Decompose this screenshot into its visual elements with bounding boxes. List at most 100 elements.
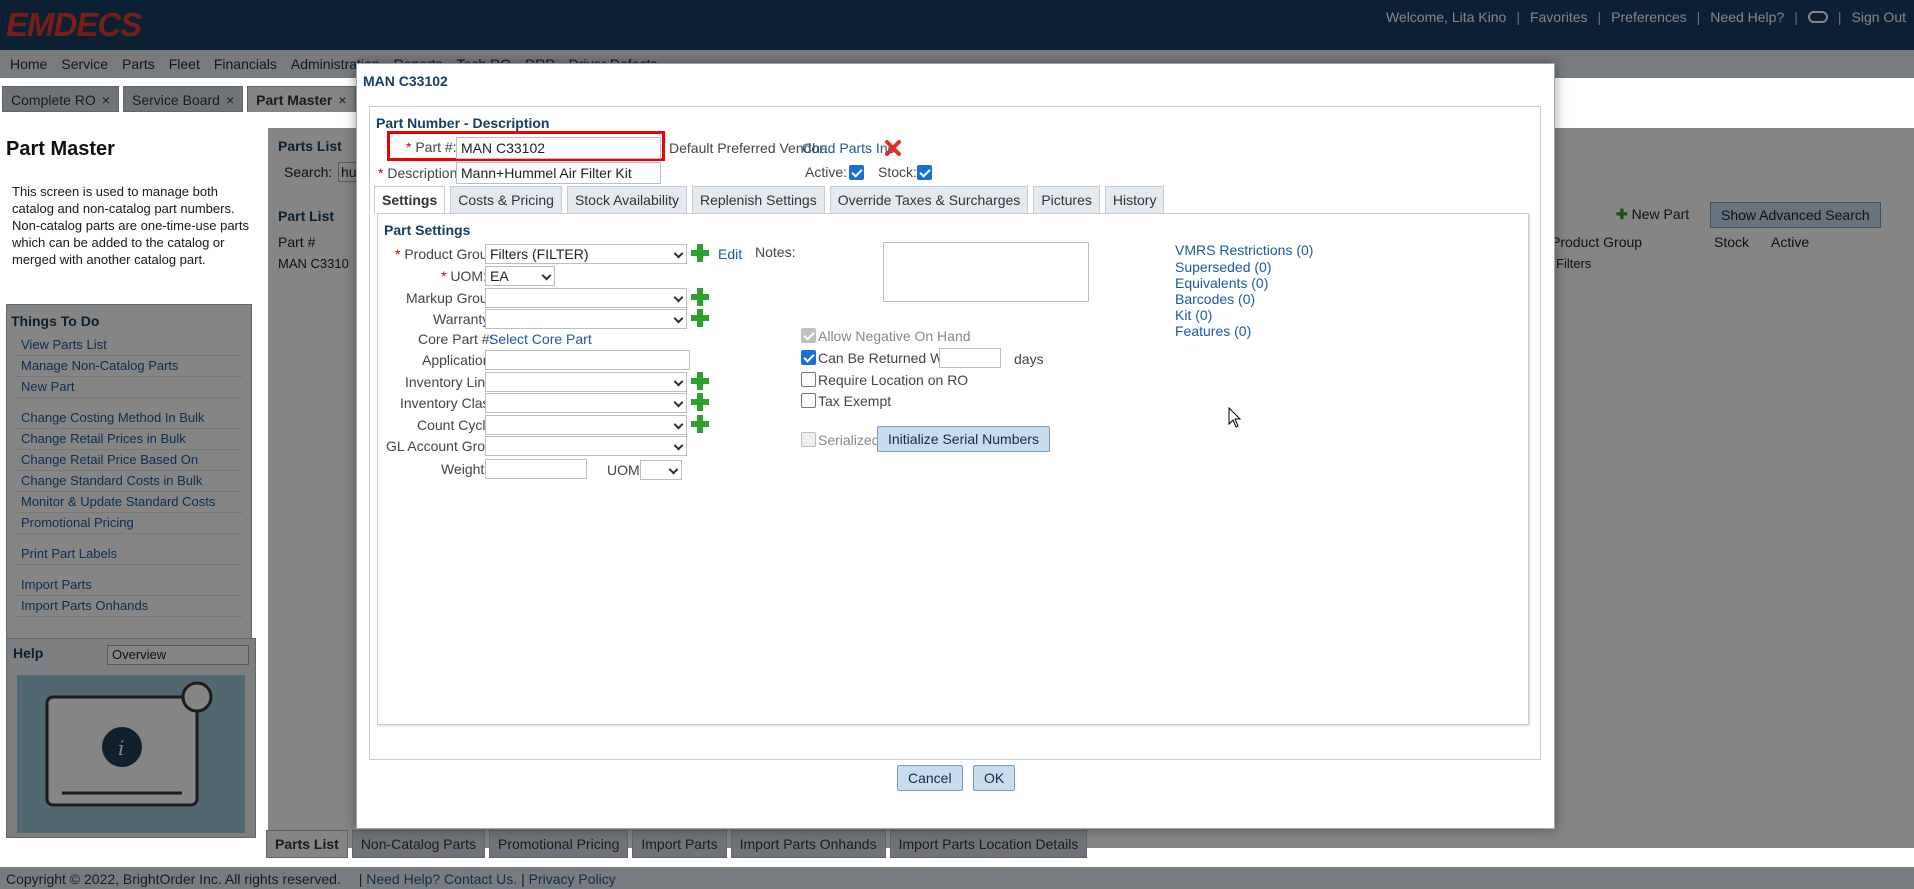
list-item[interactable]: Change Costing Method In Bulk (15, 408, 243, 429)
add-count-cycle-icon[interactable] (691, 415, 709, 433)
menu-parts[interactable]: Parts (122, 56, 155, 72)
tab-promotional-pricing[interactable]: Promotional Pricing (488, 830, 629, 858)
tab-replenish-settings[interactable]: Replenish Settings (691, 186, 825, 214)
markup-group-select[interactable] (485, 288, 687, 308)
application-input[interactable] (485, 350, 690, 370)
product-group-select[interactable]: Filters (FILTER) (485, 244, 687, 264)
kit-link[interactable]: Kit (0) (1175, 307, 1212, 323)
ok-button[interactable]: OK (973, 765, 1016, 791)
list-item[interactable]: View Parts List (15, 335, 243, 356)
tab-pictures[interactable]: Pictures (1033, 186, 1100, 214)
dialog-body: Part Number - Description * Part #: MAN … (369, 106, 1541, 760)
contact-link[interactable]: Need Help? Contact Us. (366, 871, 517, 887)
tab-override-taxes[interactable]: Override Taxes & Surcharges (829, 186, 1029, 214)
search-input[interactable]: hu (338, 162, 358, 182)
add-inventory-line-icon[interactable] (691, 372, 709, 390)
tab-history[interactable]: History (1104, 186, 1165, 214)
list-item[interactable]: Change Standard Costs in Bulk (15, 471, 243, 492)
equivalents-link[interactable]: Equivalents (0) (1175, 275, 1268, 291)
tab-parts-list[interactable]: Parts List (266, 830, 348, 858)
chat-icon[interactable] (1807, 11, 1828, 23)
add-warranty-icon[interactable] (691, 309, 709, 327)
add-product-group-icon[interactable] (691, 244, 709, 262)
notes-textarea[interactable] (883, 242, 1089, 302)
part-number-input[interactable]: MAN C33102 (456, 137, 661, 159)
allow-negative-label: Allow Negative On Hand (818, 328, 971, 344)
tab-settings[interactable]: Settings (374, 186, 446, 214)
separator: | (1837, 9, 1842, 25)
tab-import-parts[interactable]: Import Parts (632, 830, 727, 858)
left-pane: Part Master This screen is used to manag… (0, 118, 258, 868)
list-item[interactable]: Promotional Pricing (15, 513, 243, 534)
product-group-label: * Product Group: (395, 246, 500, 262)
tab-label: Complete RO (11, 92, 96, 108)
weight-input[interactable] (485, 459, 587, 479)
tab-service-board[interactable]: Service Board × (123, 86, 244, 112)
require-location-checkbox[interactable] (801, 372, 816, 387)
menu-fleet[interactable]: Fleet (169, 56, 200, 72)
gl-account-group-select[interactable] (485, 436, 687, 456)
tab-complete-ro[interactable]: Complete RO × (2, 86, 119, 112)
superseded-link[interactable]: Superseded (0) (1175, 259, 1272, 275)
can-be-returned-checkbox[interactable] (801, 350, 816, 365)
add-markup-group-icon[interactable] (691, 288, 709, 306)
return-days-input[interactable] (939, 348, 1001, 368)
description-input[interactable]: Mann+Hummel Air Filter Kit (456, 162, 661, 184)
vmrs-restrictions-link[interactable]: VMRS Restrictions (0) (1175, 242, 1313, 258)
stock-checkbox[interactable] (917, 165, 932, 180)
list-item[interactable]: Import Parts (15, 575, 243, 596)
sign-out-link[interactable]: Sign Out (1852, 9, 1906, 25)
remove-vendor-icon[interactable] (884, 139, 902, 157)
privacy-link[interactable]: Privacy Policy (529, 871, 616, 887)
tax-exempt-checkbox[interactable] (801, 393, 816, 408)
table-row[interactable]: MAN C3310 (278, 256, 349, 271)
cancel-button[interactable]: Cancel (897, 765, 963, 791)
select-core-part-link[interactable]: Select Core Part (489, 331, 592, 347)
footer: Copyright © 2022, BrightOrder Inc. All r… (0, 867, 1914, 889)
close-icon[interactable]: × (102, 92, 110, 108)
tab-stock-availability[interactable]: Stock Availability (566, 186, 687, 214)
features-link[interactable]: Features (0) (1175, 323, 1251, 339)
barcodes-link[interactable]: Barcodes (0) (1175, 291, 1255, 307)
tab-import-parts-location-details[interactable]: Import Parts Location Details (889, 830, 1088, 858)
new-part-button[interactable]: ✚ New Part (1616, 206, 1689, 223)
show-advanced-search-button[interactable]: Show Advanced Search (1710, 202, 1881, 228)
stock-label: Stock: (878, 164, 917, 180)
menu-service[interactable]: Service (61, 56, 108, 72)
tab-part-master[interactable]: Part Master × (247, 86, 356, 112)
serialized-checkbox (801, 432, 816, 447)
list-item[interactable]: Monitor & Update Standard Costs (15, 492, 243, 513)
uom-label: * UOM: (441, 268, 487, 284)
menu-home[interactable]: Home (10, 56, 47, 72)
add-inventory-class-icon[interactable] (691, 393, 709, 411)
list-item[interactable]: Print Part Labels (15, 544, 243, 565)
tab-costs-pricing[interactable]: Costs & Pricing (450, 186, 562, 214)
close-icon[interactable]: × (338, 92, 346, 108)
page-description: This screen is used to manage both catal… (12, 184, 250, 267)
preferences-link[interactable]: Preferences (1611, 9, 1686, 25)
help-video-thumbnail[interactable]: i (17, 675, 245, 833)
count-cycle-select[interactable] (485, 415, 687, 435)
list-item[interactable]: Change Retail Price Based On (15, 450, 243, 471)
edit-product-group-link[interactable]: Edit (718, 246, 742, 262)
help-topic-select[interactable]: Overview (107, 645, 249, 665)
inventory-line-select[interactable] (485, 372, 687, 392)
inventory-class-select[interactable] (485, 393, 687, 413)
favorites-menu[interactable]: Favorites (1530, 9, 1588, 25)
need-help-link[interactable]: Need Help? (1710, 9, 1784, 25)
list-item[interactable]: Manage Non-Catalog Parts (15, 356, 243, 377)
menu-financials[interactable]: Financials (214, 56, 277, 72)
list-item[interactable]: New Part (15, 377, 243, 398)
list-item[interactable]: Import Parts Onhands (15, 596, 243, 617)
warranty-select[interactable] (485, 309, 687, 329)
close-icon[interactable]: × (226, 92, 234, 108)
help-title: Help (13, 645, 44, 661)
active-checkbox[interactable] (849, 165, 864, 180)
initialize-serial-button[interactable]: Initialize Serial Numbers (877, 426, 1050, 452)
uom-select[interactable]: EA (485, 266, 555, 286)
list-item[interactable]: Change Retail Prices in Bulk (15, 429, 243, 450)
days-label: days (1014, 351, 1044, 367)
tab-non-catalog-parts[interactable]: Non-Catalog Parts (351, 830, 485, 858)
weight-uom-select[interactable] (640, 460, 682, 480)
tab-import-parts-onhands[interactable]: Import Parts Onhands (730, 830, 886, 858)
